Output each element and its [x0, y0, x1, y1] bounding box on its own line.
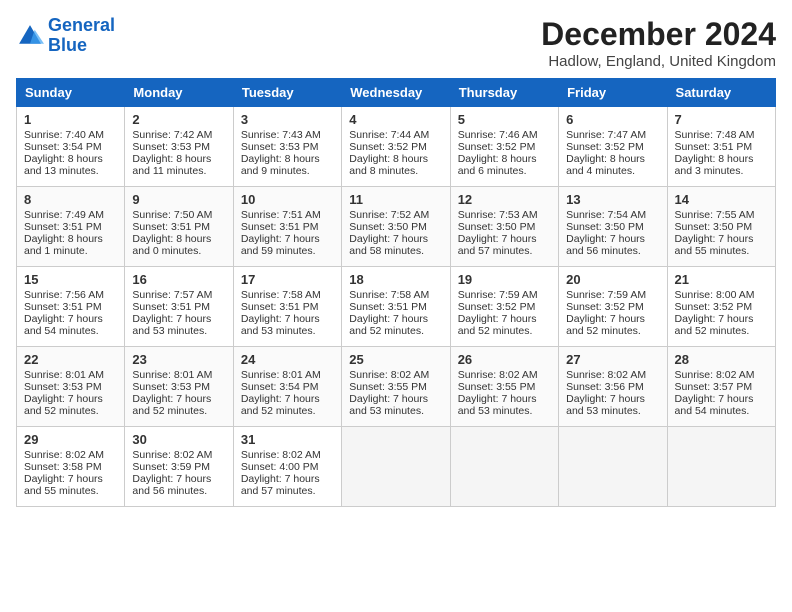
- table-row: 30Sunrise: 8:02 AMSunset: 3:59 PMDayligh…: [125, 427, 233, 507]
- calendar-week-row: 1Sunrise: 7:40 AMSunset: 3:54 PMDaylight…: [17, 107, 776, 187]
- table-row: [559, 427, 667, 507]
- title-block: December 2024 Hadlow, England, United Ki…: [541, 16, 776, 70]
- page-header: General Blue December 2024 Hadlow, Engla…: [16, 16, 776, 70]
- table-row: [450, 427, 558, 507]
- table-row: 22Sunrise: 8:01 AMSunset: 3:53 PMDayligh…: [17, 347, 125, 427]
- col-sunday: Sunday: [17, 79, 125, 107]
- logo: General Blue: [16, 16, 115, 56]
- table-row: 19Sunrise: 7:59 AMSunset: 3:52 PMDayligh…: [450, 267, 558, 347]
- table-row: 28Sunrise: 8:02 AMSunset: 3:57 PMDayligh…: [667, 347, 775, 427]
- table-row: 31Sunrise: 8:02 AMSunset: 4:00 PMDayligh…: [233, 427, 341, 507]
- table-row: 26Sunrise: 8:02 AMSunset: 3:55 PMDayligh…: [450, 347, 558, 427]
- table-row: 18Sunrise: 7:58 AMSunset: 3:51 PMDayligh…: [342, 267, 450, 347]
- calendar-table: Sunday Monday Tuesday Wednesday Thursday…: [16, 78, 776, 507]
- month-title: December 2024: [541, 16, 776, 53]
- table-row: 15Sunrise: 7:56 AMSunset: 3:51 PMDayligh…: [17, 267, 125, 347]
- logo-icon: [16, 22, 44, 50]
- col-monday: Monday: [125, 79, 233, 107]
- table-row: 12Sunrise: 7:53 AMSunset: 3:50 PMDayligh…: [450, 187, 558, 267]
- table-row: 8Sunrise: 7:49 AMSunset: 3:51 PMDaylight…: [17, 187, 125, 267]
- table-row: 27Sunrise: 8:02 AMSunset: 3:56 PMDayligh…: [559, 347, 667, 427]
- table-row: 4Sunrise: 7:44 AMSunset: 3:52 PMDaylight…: [342, 107, 450, 187]
- table-row: 3Sunrise: 7:43 AMSunset: 3:53 PMDaylight…: [233, 107, 341, 187]
- table-row: 1Sunrise: 7:40 AMSunset: 3:54 PMDaylight…: [17, 107, 125, 187]
- col-friday: Friday: [559, 79, 667, 107]
- table-row: [667, 427, 775, 507]
- table-row: 5Sunrise: 7:46 AMSunset: 3:52 PMDaylight…: [450, 107, 558, 187]
- table-row: 9Sunrise: 7:50 AMSunset: 3:51 PMDaylight…: [125, 187, 233, 267]
- calendar-week-row: 8Sunrise: 7:49 AMSunset: 3:51 PMDaylight…: [17, 187, 776, 267]
- table-row: 29Sunrise: 8:02 AMSunset: 3:58 PMDayligh…: [17, 427, 125, 507]
- col-saturday: Saturday: [667, 79, 775, 107]
- col-wednesday: Wednesday: [342, 79, 450, 107]
- location: Hadlow, England, United Kingdom: [541, 53, 776, 70]
- table-row: 13Sunrise: 7:54 AMSunset: 3:50 PMDayligh…: [559, 187, 667, 267]
- logo-text: General Blue: [48, 16, 115, 56]
- table-row: 20Sunrise: 7:59 AMSunset: 3:52 PMDayligh…: [559, 267, 667, 347]
- table-row: 6Sunrise: 7:47 AMSunset: 3:52 PMDaylight…: [559, 107, 667, 187]
- table-row: [342, 427, 450, 507]
- table-row: 11Sunrise: 7:52 AMSunset: 3:50 PMDayligh…: [342, 187, 450, 267]
- calendar-week-row: 29Sunrise: 8:02 AMSunset: 3:58 PMDayligh…: [17, 427, 776, 507]
- table-row: 16Sunrise: 7:57 AMSunset: 3:51 PMDayligh…: [125, 267, 233, 347]
- table-row: 14Sunrise: 7:55 AMSunset: 3:50 PMDayligh…: [667, 187, 775, 267]
- table-row: 25Sunrise: 8:02 AMSunset: 3:55 PMDayligh…: [342, 347, 450, 427]
- table-row: 17Sunrise: 7:58 AMSunset: 3:51 PMDayligh…: [233, 267, 341, 347]
- table-row: 21Sunrise: 8:00 AMSunset: 3:52 PMDayligh…: [667, 267, 775, 347]
- table-row: 2Sunrise: 7:42 AMSunset: 3:53 PMDaylight…: [125, 107, 233, 187]
- table-row: 23Sunrise: 8:01 AMSunset: 3:53 PMDayligh…: [125, 347, 233, 427]
- col-tuesday: Tuesday: [233, 79, 341, 107]
- header-row: Sunday Monday Tuesday Wednesday Thursday…: [17, 79, 776, 107]
- table-row: 7Sunrise: 7:48 AMSunset: 3:51 PMDaylight…: [667, 107, 775, 187]
- calendar-week-row: 15Sunrise: 7:56 AMSunset: 3:51 PMDayligh…: [17, 267, 776, 347]
- table-row: 24Sunrise: 8:01 AMSunset: 3:54 PMDayligh…: [233, 347, 341, 427]
- table-row: 10Sunrise: 7:51 AMSunset: 3:51 PMDayligh…: [233, 187, 341, 267]
- col-thursday: Thursday: [450, 79, 558, 107]
- calendar-week-row: 22Sunrise: 8:01 AMSunset: 3:53 PMDayligh…: [17, 347, 776, 427]
